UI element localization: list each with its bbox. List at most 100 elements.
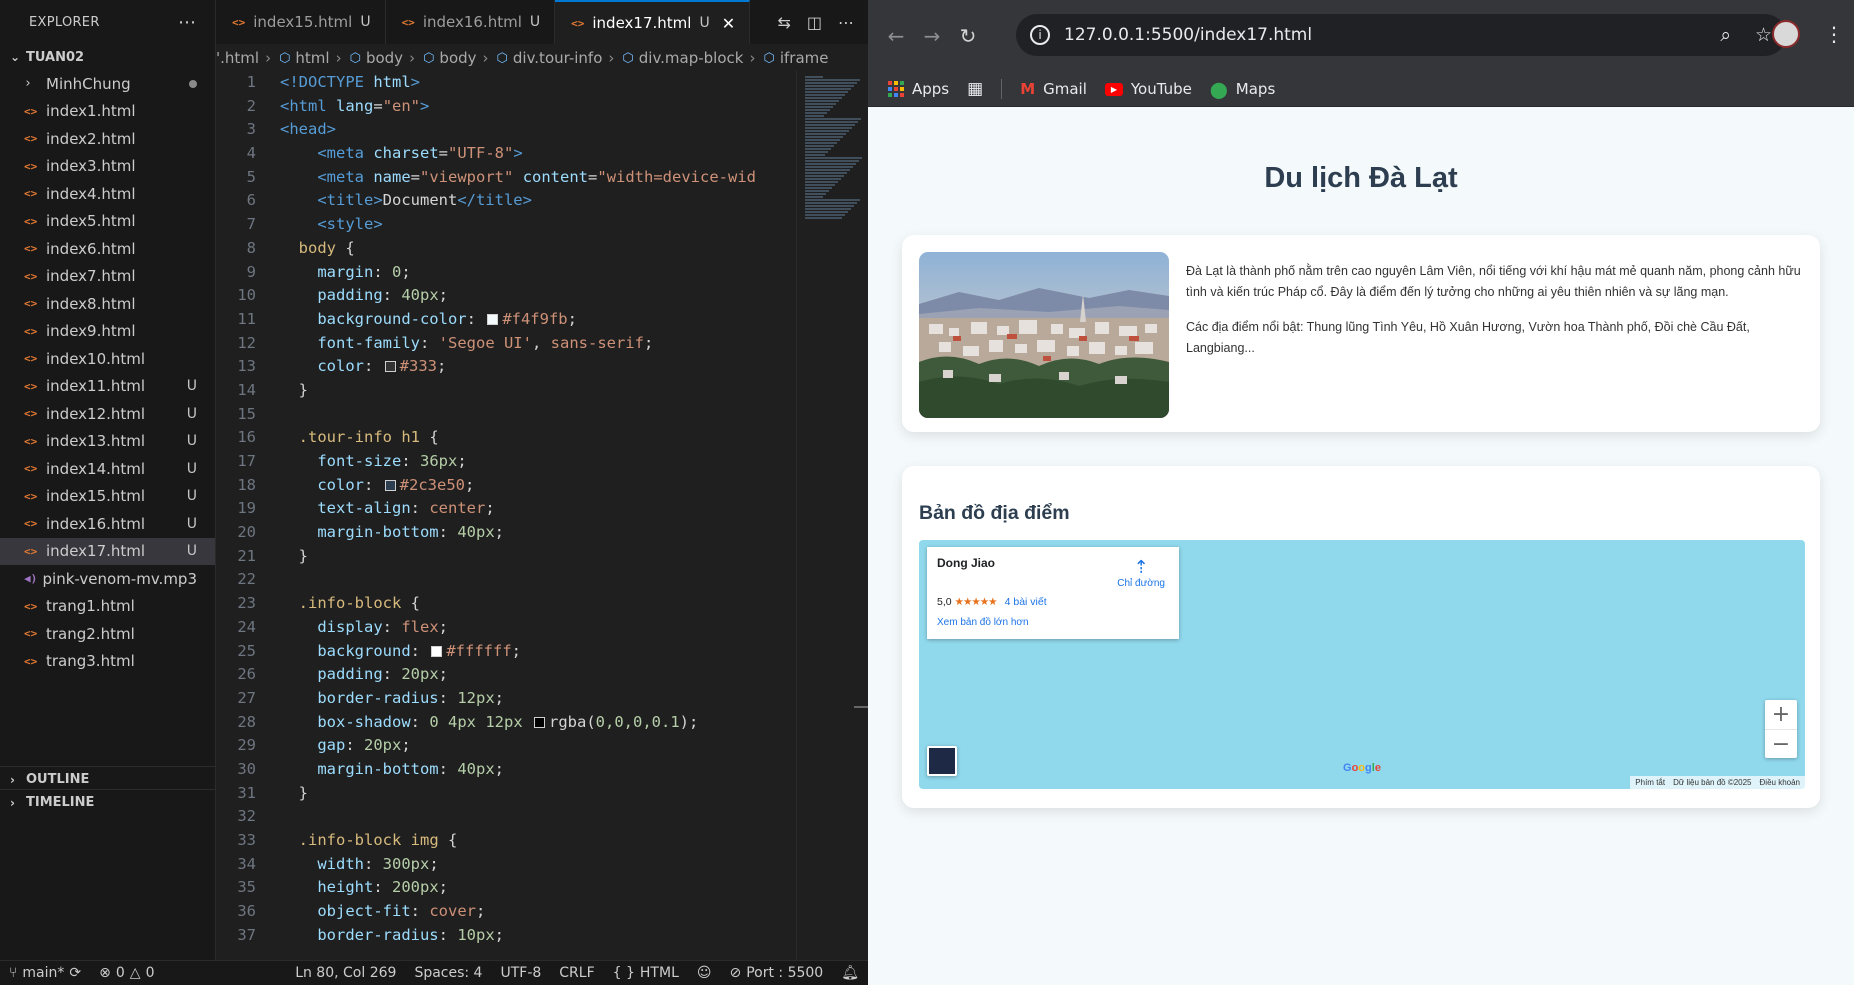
file-item[interactable]: ◀) pink-venom-mv.mp3 <box>0 565 215 593</box>
bookmark-gmail-label: Gmail <box>1043 80 1087 98</box>
profile-avatar[interactable] <box>1772 20 1800 48</box>
breadcrumb-item[interactable]: › ⬡ div.map-block <box>602 49 743 67</box>
color-swatch[interactable] <box>534 716 545 728</box>
problems-status[interactable]: ⊗ 0 △ 0 <box>90 965 163 981</box>
color-swatch[interactable] <box>384 479 396 491</box>
live-server-status[interactable]: ⊘ Port : 5500 <box>720 965 832 981</box>
google-map-iframe[interactable]: Dong Jiao ⇡ Chỉ đường 5,0 ★★★★★ 4 bài vi… <box>919 540 1805 789</box>
file-item[interactable]: <> index5.html <box>0 208 215 236</box>
breadcrumb-item[interactable]: › ⬡ body <box>403 49 476 67</box>
breadcrumb-item[interactable]: › ⬡ div.tour-info <box>477 49 603 67</box>
editor-tab[interactable]: <> index15.html U <box>216 0 386 44</box>
file-item[interactable]: <> index4.html <box>0 180 215 208</box>
file-item[interactable]: <> index8.html <box>0 290 215 318</box>
bookmark-star-icon[interactable]: ☆ <box>1755 24 1772 46</box>
scrollbar-thumb[interactable] <box>854 706 868 708</box>
file-item[interactable]: <> index7.html <box>0 263 215 291</box>
zoom-icon[interactable]: ⌕ <box>1720 24 1731 46</box>
code-token: margin-bottom <box>317 523 439 542</box>
code-editor[interactable]: 1 <!DOCTYPE html> 2 <html lang="en"> 3 <head>… <box>216 71 796 960</box>
file-item[interactable]: <> index16.html U <box>0 510 215 538</box>
indentation-status[interactable]: Spaces: 4 <box>405 965 491 981</box>
more-actions-icon[interactable]: ⋯ <box>178 12 197 33</box>
encoding-status[interactable]: UTF-8 <box>491 965 550 981</box>
file-item[interactable]: <> index11.html U <box>0 373 215 401</box>
minimap[interactable] <box>796 71 868 960</box>
line-number: 26 <box>237 665 256 684</box>
bookmark-youtube[interactable]: ▶ YouTube <box>1104 80 1192 98</box>
reload-icon[interactable]: ↻ <box>950 24 986 48</box>
file-item[interactable]: <> index3.html <box>0 153 215 181</box>
reviews-link[interactable]: 4 bài viết <box>1005 596 1047 608</box>
compare-changes-icon[interactable]: ⇆ <box>777 13 790 32</box>
chrome-menu-icon[interactable]: ⋮ <box>1824 20 1844 48</box>
editor-tab[interactable]: <> index17.html U ✕ <box>555 0 751 44</box>
line-number: 2 <box>246 96 256 115</box>
breadcrumb-item[interactable]: › ⬡ html <box>259 49 330 67</box>
file-item[interactable]: <> trang1.html <box>0 593 215 621</box>
language-status[interactable]: { } HTML <box>604 965 688 981</box>
bookmark-gmail[interactable]: M Gmail <box>1020 80 1087 98</box>
close-icon[interactable]: ✕ <box>722 14 735 33</box>
file-item[interactable]: <> index15.html U <box>0 483 215 511</box>
code-line: 14 } <box>216 379 796 403</box>
breadcrumb-item[interactable]: › ⬡ body <box>330 49 403 67</box>
code-token: { <box>438 831 458 849</box>
eol-status[interactable]: CRLF <box>550 965 603 981</box>
file-item[interactable]: <> index14.html U <box>0 455 215 483</box>
directions-button[interactable]: ⇡ Chỉ đường <box>1117 557 1165 589</box>
branch-status[interactable]: ⑂ main* ⟳ <box>0 965 90 981</box>
more-actions-icon[interactable]: ⋯ <box>838 13 854 32</box>
breadcrumb-item[interactable]: › ⬡ iframe <box>743 49 828 67</box>
file-item[interactable]: <> trang3.html <box>0 648 215 676</box>
view-larger-map-link[interactable]: Xem bản đồ lớn hơn <box>937 617 1029 628</box>
breadcrumb-label: '.html <box>216 49 260 67</box>
file-item[interactable]: <> index2.html <box>0 125 215 153</box>
site-info-icon[interactable]: i <box>1030 25 1050 45</box>
breadcrumb-item[interactable]: '.html <box>216 49 259 67</box>
tab-groups-icon[interactable]: ▦ <box>967 79 983 99</box>
file-item[interactable]: › MinhChung <box>0 70 215 98</box>
code-line: 11 background-color: #f4f9fb; <box>216 308 796 332</box>
file-name: trang2.html <box>46 624 135 643</box>
file-item[interactable]: <> index10.html <box>0 345 215 373</box>
timeline-section[interactable]: › TIMELINE <box>0 789 216 815</box>
file-item[interactable]: <> index9.html <box>0 318 215 346</box>
zoom-out-button[interactable]: − <box>1765 729 1797 758</box>
color-swatch[interactable] <box>384 361 396 373</box>
forward-arrow-icon[interactable]: → <box>914 24 950 48</box>
color-swatch[interactable] <box>487 313 499 325</box>
file-item[interactable]: <> index1.html <box>0 98 215 126</box>
code-token: #2c3e50 <box>399 475 465 494</box>
bookmark-maps[interactable]: ⬤ Maps <box>1210 80 1275 99</box>
code-token: 10px <box>457 925 495 944</box>
color-swatch[interactable] <box>431 645 443 657</box>
bookmark-apps[interactable]: Apps <box>888 80 949 98</box>
file-item[interactable]: <> trang2.html <box>0 620 215 648</box>
map-shortcuts-link[interactable]: Phím tắt <box>1635 778 1665 787</box>
code-token: "UTF-8" <box>448 144 514 163</box>
file-name: index17.html <box>46 542 146 561</box>
zoom-in-button[interactable]: + <box>1765 700 1797 729</box>
code-token: #ffffff <box>446 641 512 660</box>
file-item[interactable]: <> index6.html <box>0 235 215 263</box>
notifications-bell-icon[interactable]: 🔔︎ <box>832 965 868 981</box>
workspace-folder[interactable]: ⌄ TUAN02 <box>0 44 215 70</box>
map-type-toggle[interactable] <box>927 746 957 776</box>
git-status-badge: U <box>186 543 197 560</box>
file-item[interactable]: <> index13.html U <box>0 428 215 456</box>
cursor-position[interactable]: Ln 80, Col 269 <box>286 965 405 981</box>
file-item[interactable]: <> index17.html U <box>0 537 215 565</box>
file-item[interactable]: <> index12.html U <box>0 400 215 428</box>
code-line: 28 box-shadow: 0 4px 12px rgba(0,0,0,0.1… <box>216 711 796 735</box>
back-arrow-icon[interactable]: ← <box>878 24 914 48</box>
address-bar[interactable]: i 127.0.0.1:5500/index17.html ⌕ ☆ <box>1016 14 1786 56</box>
map-terms-link[interactable]: Điều khoản <box>1760 778 1800 787</box>
code-token: name <box>373 167 411 186</box>
split-editor-icon[interactable]: ◫ <box>807 13 822 32</box>
editor-tab[interactable]: <> index16.html U <box>386 0 556 44</box>
copilot-icon[interactable]: ☺ <box>688 965 721 981</box>
